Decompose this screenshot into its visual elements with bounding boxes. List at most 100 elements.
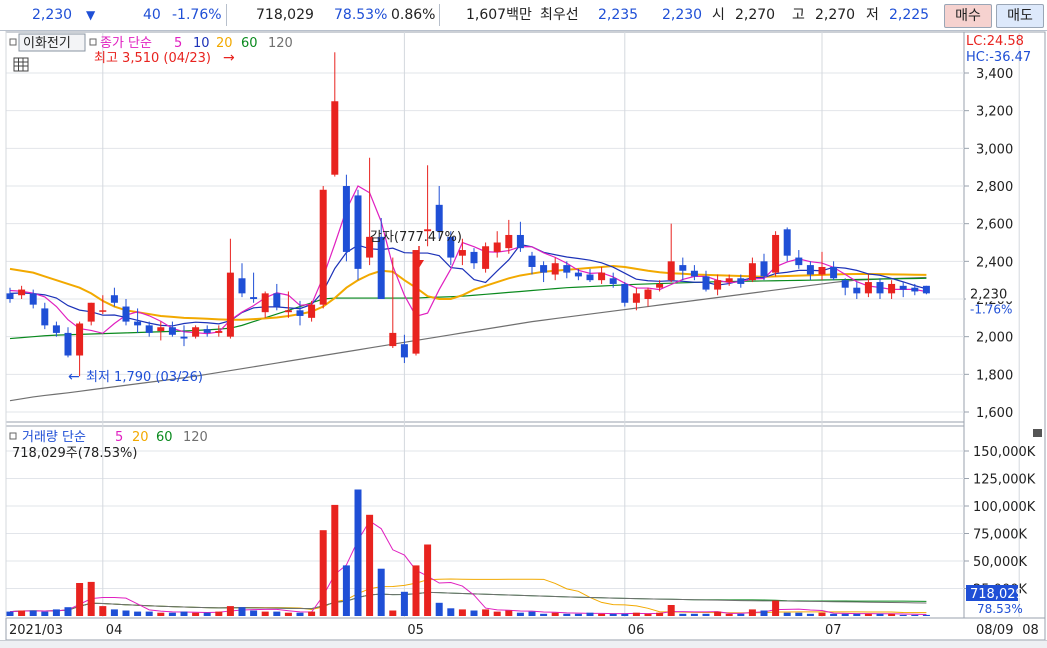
candle-body [748,263,756,281]
buy-button[interactable]: 매수 [944,4,992,28]
volume-bar [157,612,165,616]
candle-body [702,276,710,290]
candle-body [853,287,861,294]
x-axis-label: 05 [407,623,424,638]
candle-body [911,287,919,292]
volume-bar [516,612,524,616]
candle-body [134,321,142,326]
volume-bar [377,568,385,616]
low-price: 2,225 [889,7,930,23]
price-panel-frame [5,31,965,423]
legend-toggle-icon[interactable] [9,38,17,46]
candle-body [667,261,675,281]
volume-bar [818,612,826,616]
candle-body [690,270,698,277]
candle-body [400,344,408,358]
table-grid-icon[interactable] [13,57,29,72]
candle-body [284,310,292,313]
candle-body [250,297,258,299]
volume-bar [876,613,884,616]
candle-body [864,282,872,294]
x-axis-label: 07 [825,623,842,638]
volume-bar [366,514,374,616]
volume-bar [250,610,258,616]
volume-bar [667,605,675,616]
volume-panel-frame [5,425,965,619]
low-arrow-icon: ← [68,369,80,385]
high-label: 고 [792,7,805,23]
candle-body [296,310,304,316]
volume-bar [911,614,919,616]
candle-body [215,331,223,333]
volume-bar [319,530,327,616]
candle-body [563,265,571,273]
price-tick-label: 2,400 [976,255,1013,270]
candle-body [818,266,826,275]
volume-bar [551,612,559,616]
candle-body [609,278,617,284]
vol-ma20-legend: 20 [132,430,149,445]
candle-body [145,325,153,333]
candle-body [806,265,814,275]
candle-body [354,195,362,269]
candle-body [737,278,745,284]
lc-value: LC:24.58 [966,34,1024,49]
price-tick-label: 3,400 [976,67,1013,82]
high-annotation: 최고 3,510 (04/23) [94,51,211,66]
volume-bar [342,565,350,616]
price-tick-label: 2,800 [976,180,1013,195]
candle-body [6,293,14,299]
volume-bar [192,612,200,616]
panel-close-icon[interactable] [1033,429,1042,437]
ma-legend-title: 종가 단순 [100,36,152,51]
volume-tick-label: 100,000K [973,500,1036,515]
volume-bar [261,611,269,616]
volume-tick-label: 50,000K [973,555,1027,570]
volume-bar [412,565,420,616]
candle-body [516,234,524,249]
price-tick-label: 1,800 [976,368,1013,383]
volume-bar [598,613,606,616]
candle-body [598,272,606,281]
candle-body [679,265,687,271]
candle-body [52,325,60,333]
ma-toggle-icon[interactable] [89,38,97,46]
candle-body [64,332,72,356]
quote-bar: 2,230 ▼ 40 -1.76% 718,029 78.53% 0.86% 1… [0,0,1047,31]
candle-body [830,266,838,279]
volume-bar [226,606,234,616]
volume-bar [899,614,907,616]
volume-bar [760,610,768,616]
volume-bar [18,610,26,616]
volume-bar [482,609,490,616]
candle-body [528,255,536,267]
sell-button[interactable]: 매도 [996,4,1044,28]
candle-body [41,308,49,326]
candle-body [586,274,594,281]
volume-bar [447,608,455,616]
ma5-legend: 5 [174,36,182,51]
open-label: 시 [712,7,725,23]
volume-bar [122,610,130,616]
divider [226,4,227,26]
ma10-legend: 10 [193,36,210,51]
candle-body [308,304,316,318]
x-axis-label: 2021/03 [9,623,63,638]
candle-body [888,283,896,294]
volume-bar [783,612,791,616]
volume-toggle-icon[interactable] [9,432,17,440]
stock-chart[interactable]: 3,4003,2003,0002,8002,6002,4002,2002,000… [0,30,1047,640]
volume-bar [296,612,304,616]
best-bid: 2,230 [662,7,703,23]
x-axis-label: 04 [106,623,123,638]
ma20-legend: 20 [216,36,233,51]
candle-body [319,189,327,305]
vol-ma60-legend: 60 [156,430,173,445]
candle-body [18,289,26,296]
candle-body [99,310,107,312]
volume-bar [714,611,722,616]
candle-body [331,101,339,175]
volume-bar [656,612,664,616]
volume-bar [308,611,316,616]
last-volume-pct: 78.53% [977,602,1023,616]
